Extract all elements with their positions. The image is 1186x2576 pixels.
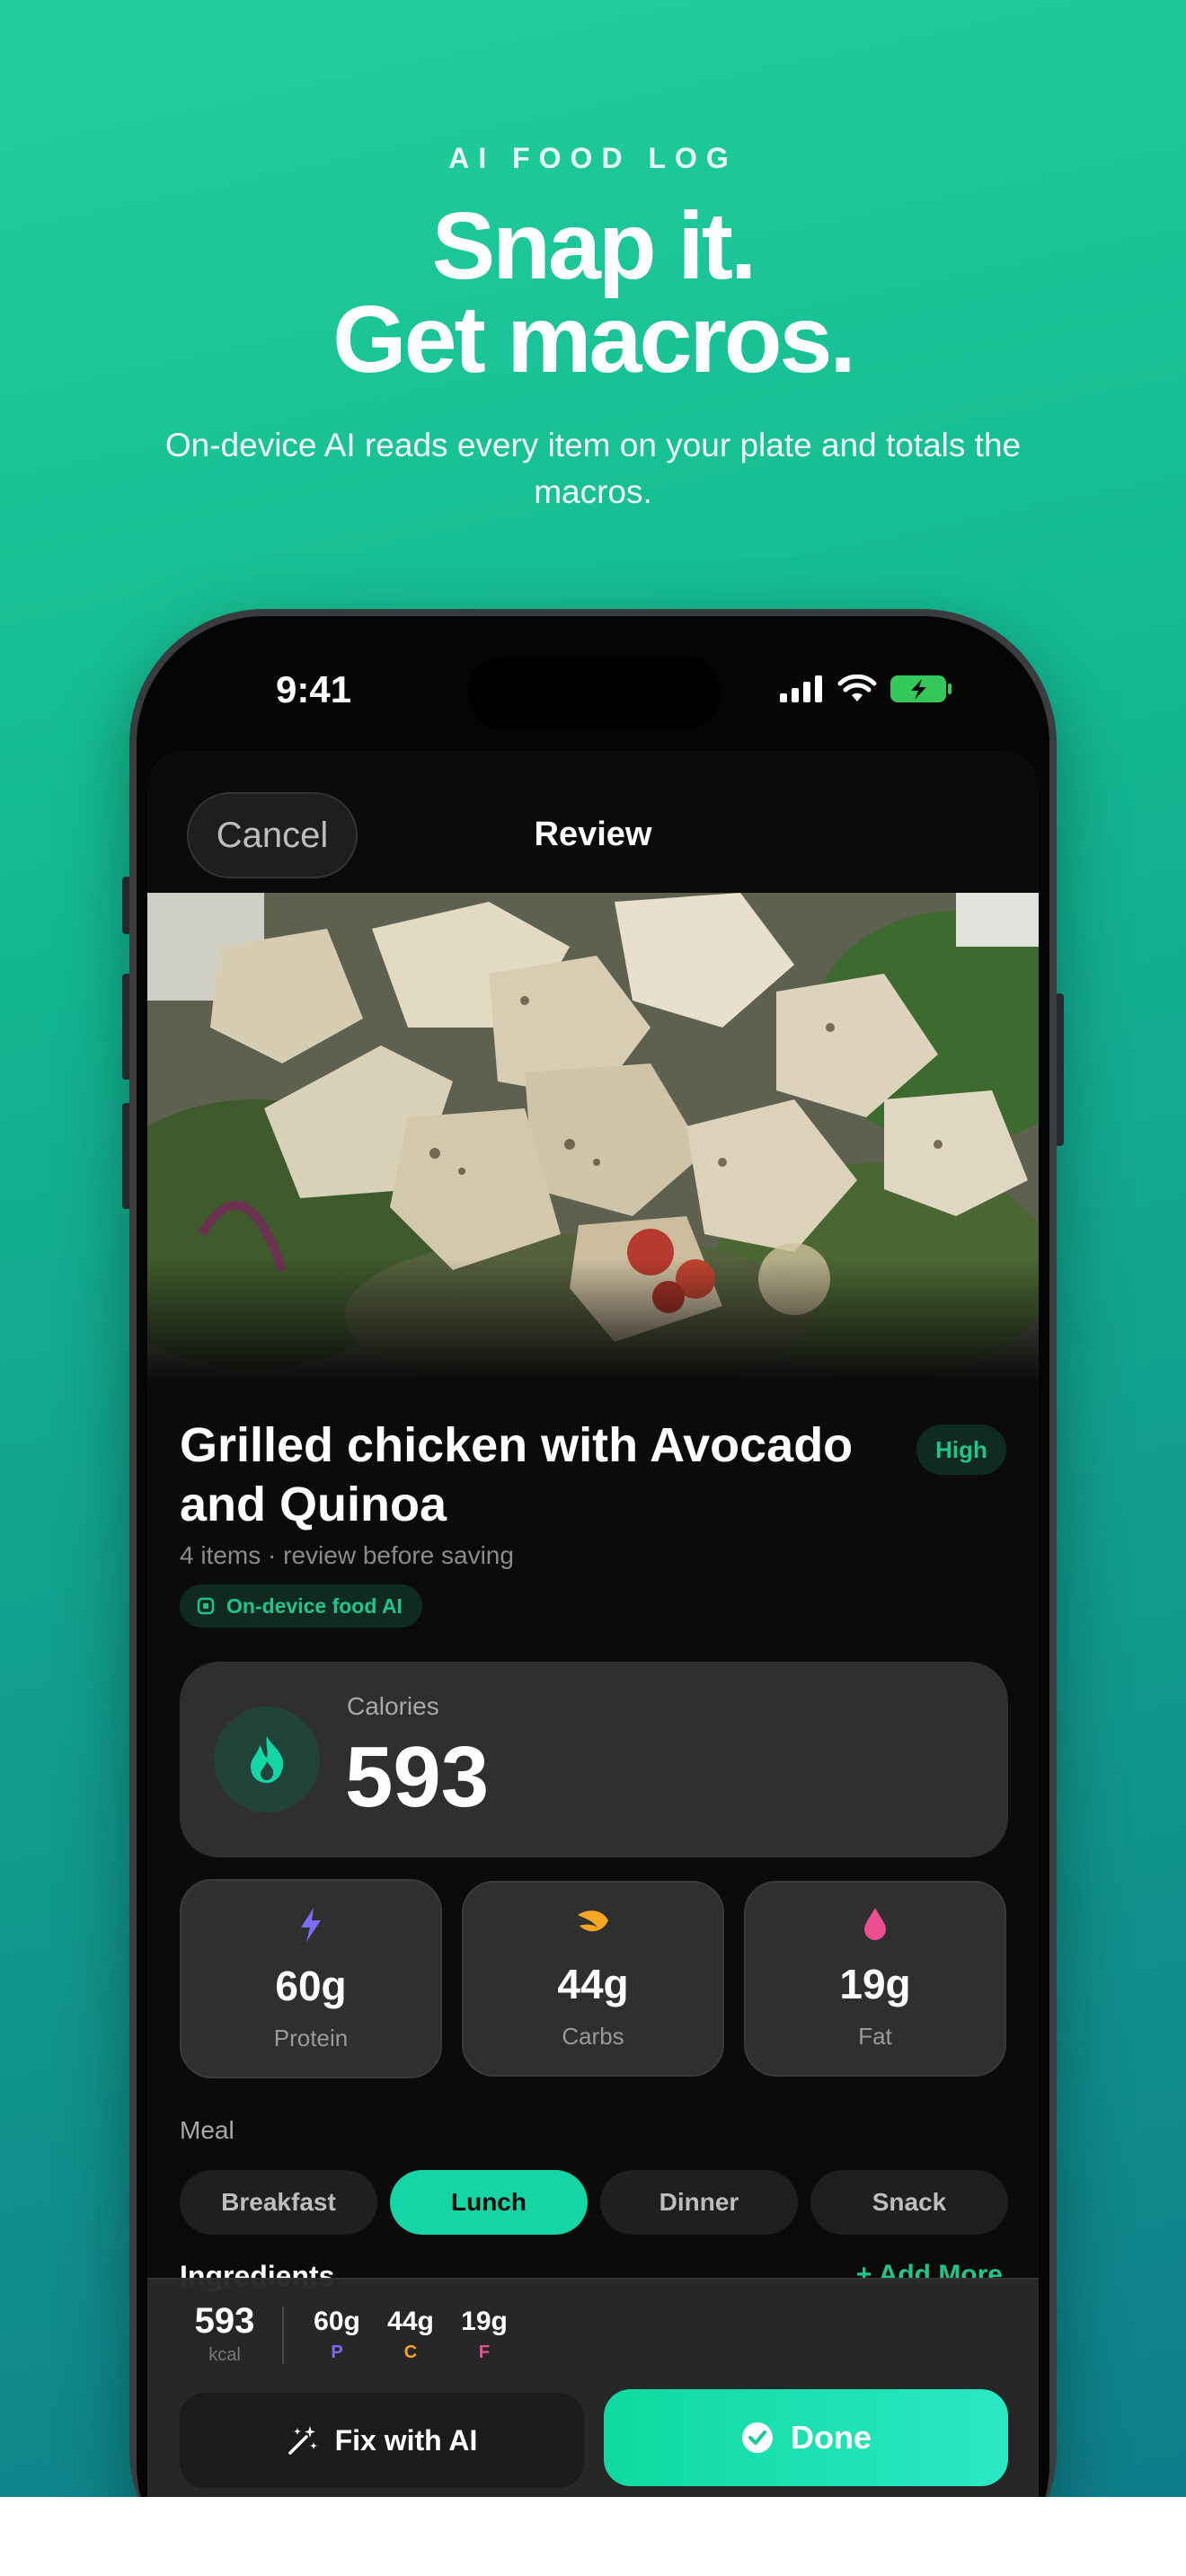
meal-option-snack[interactable]: Snack [810, 2170, 1008, 2235]
status-time: 9:41 [276, 668, 352, 710]
summary-protein-value: 60g [314, 2307, 360, 2336]
carbs-value: 44g [557, 1961, 629, 2007]
summary-fat-letter: F [478, 2342, 491, 2362]
done-button[interactable]: Done [604, 2389, 1008, 2486]
bottom-action-bar: 593 kcal 60g P 44g C 19g F Fix with AI D… [147, 2278, 1039, 2497]
summary-carbs-value: 44g [387, 2307, 434, 2336]
review-screen: Cancel Review Grilled chicken with Avoca… [147, 751, 1039, 2497]
calories-value[interactable]: 593 [345, 1728, 489, 1827]
carbs-card[interactable]: 44g Carbs [462, 1881, 724, 2077]
protein-label: Protein [273, 2025, 349, 2051]
bolt-icon [301, 1908, 321, 1942]
headline-line-1: Snap it. [431, 193, 757, 299]
meal-option-lunch[interactable]: Lunch [390, 2170, 588, 2235]
drop-icon [864, 1908, 886, 1940]
fix-with-ai-button[interactable]: Fix with AI [180, 2393, 584, 2488]
done-label: Done [791, 2419, 872, 2456]
protein-value: 60g [275, 1963, 347, 2009]
meal-option-dinner[interactable]: Dinner [600, 2170, 798, 2235]
fix-with-ai-label: Fix with AI [334, 2423, 478, 2457]
headline: Snap it. Get macros. [0, 193, 1186, 393]
phone-screen: 9:41 Cancel Review Grilled chicken with … [137, 616, 1049, 2497]
eyebrow-label: AI FOOD LOG [448, 142, 738, 174]
calories-card[interactable]: Calories 593 [180, 1662, 1008, 1857]
on-device-ai-chip: On-device food AI [180, 1584, 422, 1628]
carbs-label: Carbs [562, 2023, 624, 2050]
battery-charging-icon [890, 675, 951, 702]
signal-icon [780, 675, 822, 702]
meal-label: Meal [180, 2116, 235, 2144]
summary-protein: 60g P [305, 2307, 368, 2363]
food-title[interactable]: Grilled chicken with Avocado and Quinoa [180, 1416, 881, 1534]
food-photo [147, 893, 1039, 1381]
nav-title: Review [534, 816, 652, 853]
summary-kcal-value: 593 [194, 2301, 255, 2341]
ai-chip-label: On-device food AI [226, 1593, 403, 1618]
flame-icon [251, 1736, 284, 1783]
leaf-icon [578, 1910, 608, 1932]
summary-kcal: 593 kcal [189, 2301, 261, 2366]
protein-card[interactable]: 60g Protein [180, 1879, 442, 2078]
summary-fat-value: 19g [461, 2307, 508, 2336]
subhead: On-device AI reads every item on your pl… [164, 427, 1022, 510]
magic-wand-icon [288, 2426, 317, 2455]
dynamic-island [467, 656, 721, 729]
page-footer-space [0, 2497, 1186, 2576]
summary-carbs-letter: C [403, 2342, 418, 2362]
summary-kcal-unit: kcal [208, 2345, 241, 2365]
chip-icon [197, 1597, 215, 1615]
confidence-badge: High [916, 1425, 1006, 1475]
meal-option-breakfast[interactable]: Breakfast [180, 2170, 377, 2235]
calories-label: Calories [347, 1692, 439, 1720]
fat-value: 19g [839, 1961, 911, 2007]
fat-label: Fat [858, 2023, 892, 2050]
calories-icon-circle [214, 1707, 320, 1813]
headline-line-2: Get macros. [332, 287, 856, 393]
fat-card[interactable]: 19g Fat [744, 1881, 1006, 2077]
summary-fat: 19g F [453, 2307, 516, 2363]
food-subtitle: 4 items · review before saving [180, 1541, 514, 1569]
hero-background: AI FOOD LOG Snap it. Get macros. On-devi… [0, 0, 1186, 2497]
summary-divider [282, 2307, 284, 2364]
summary-carbs: 44g C [379, 2307, 442, 2363]
status-icons [780, 674, 952, 704]
summary-protein-letter: P [331, 2342, 343, 2362]
checkmark-circle-icon [742, 2422, 773, 2453]
nav-bar: Cancel Review [147, 751, 1039, 889]
status-bar: 9:41 [137, 616, 1049, 751]
wifi-icon [837, 675, 877, 701]
